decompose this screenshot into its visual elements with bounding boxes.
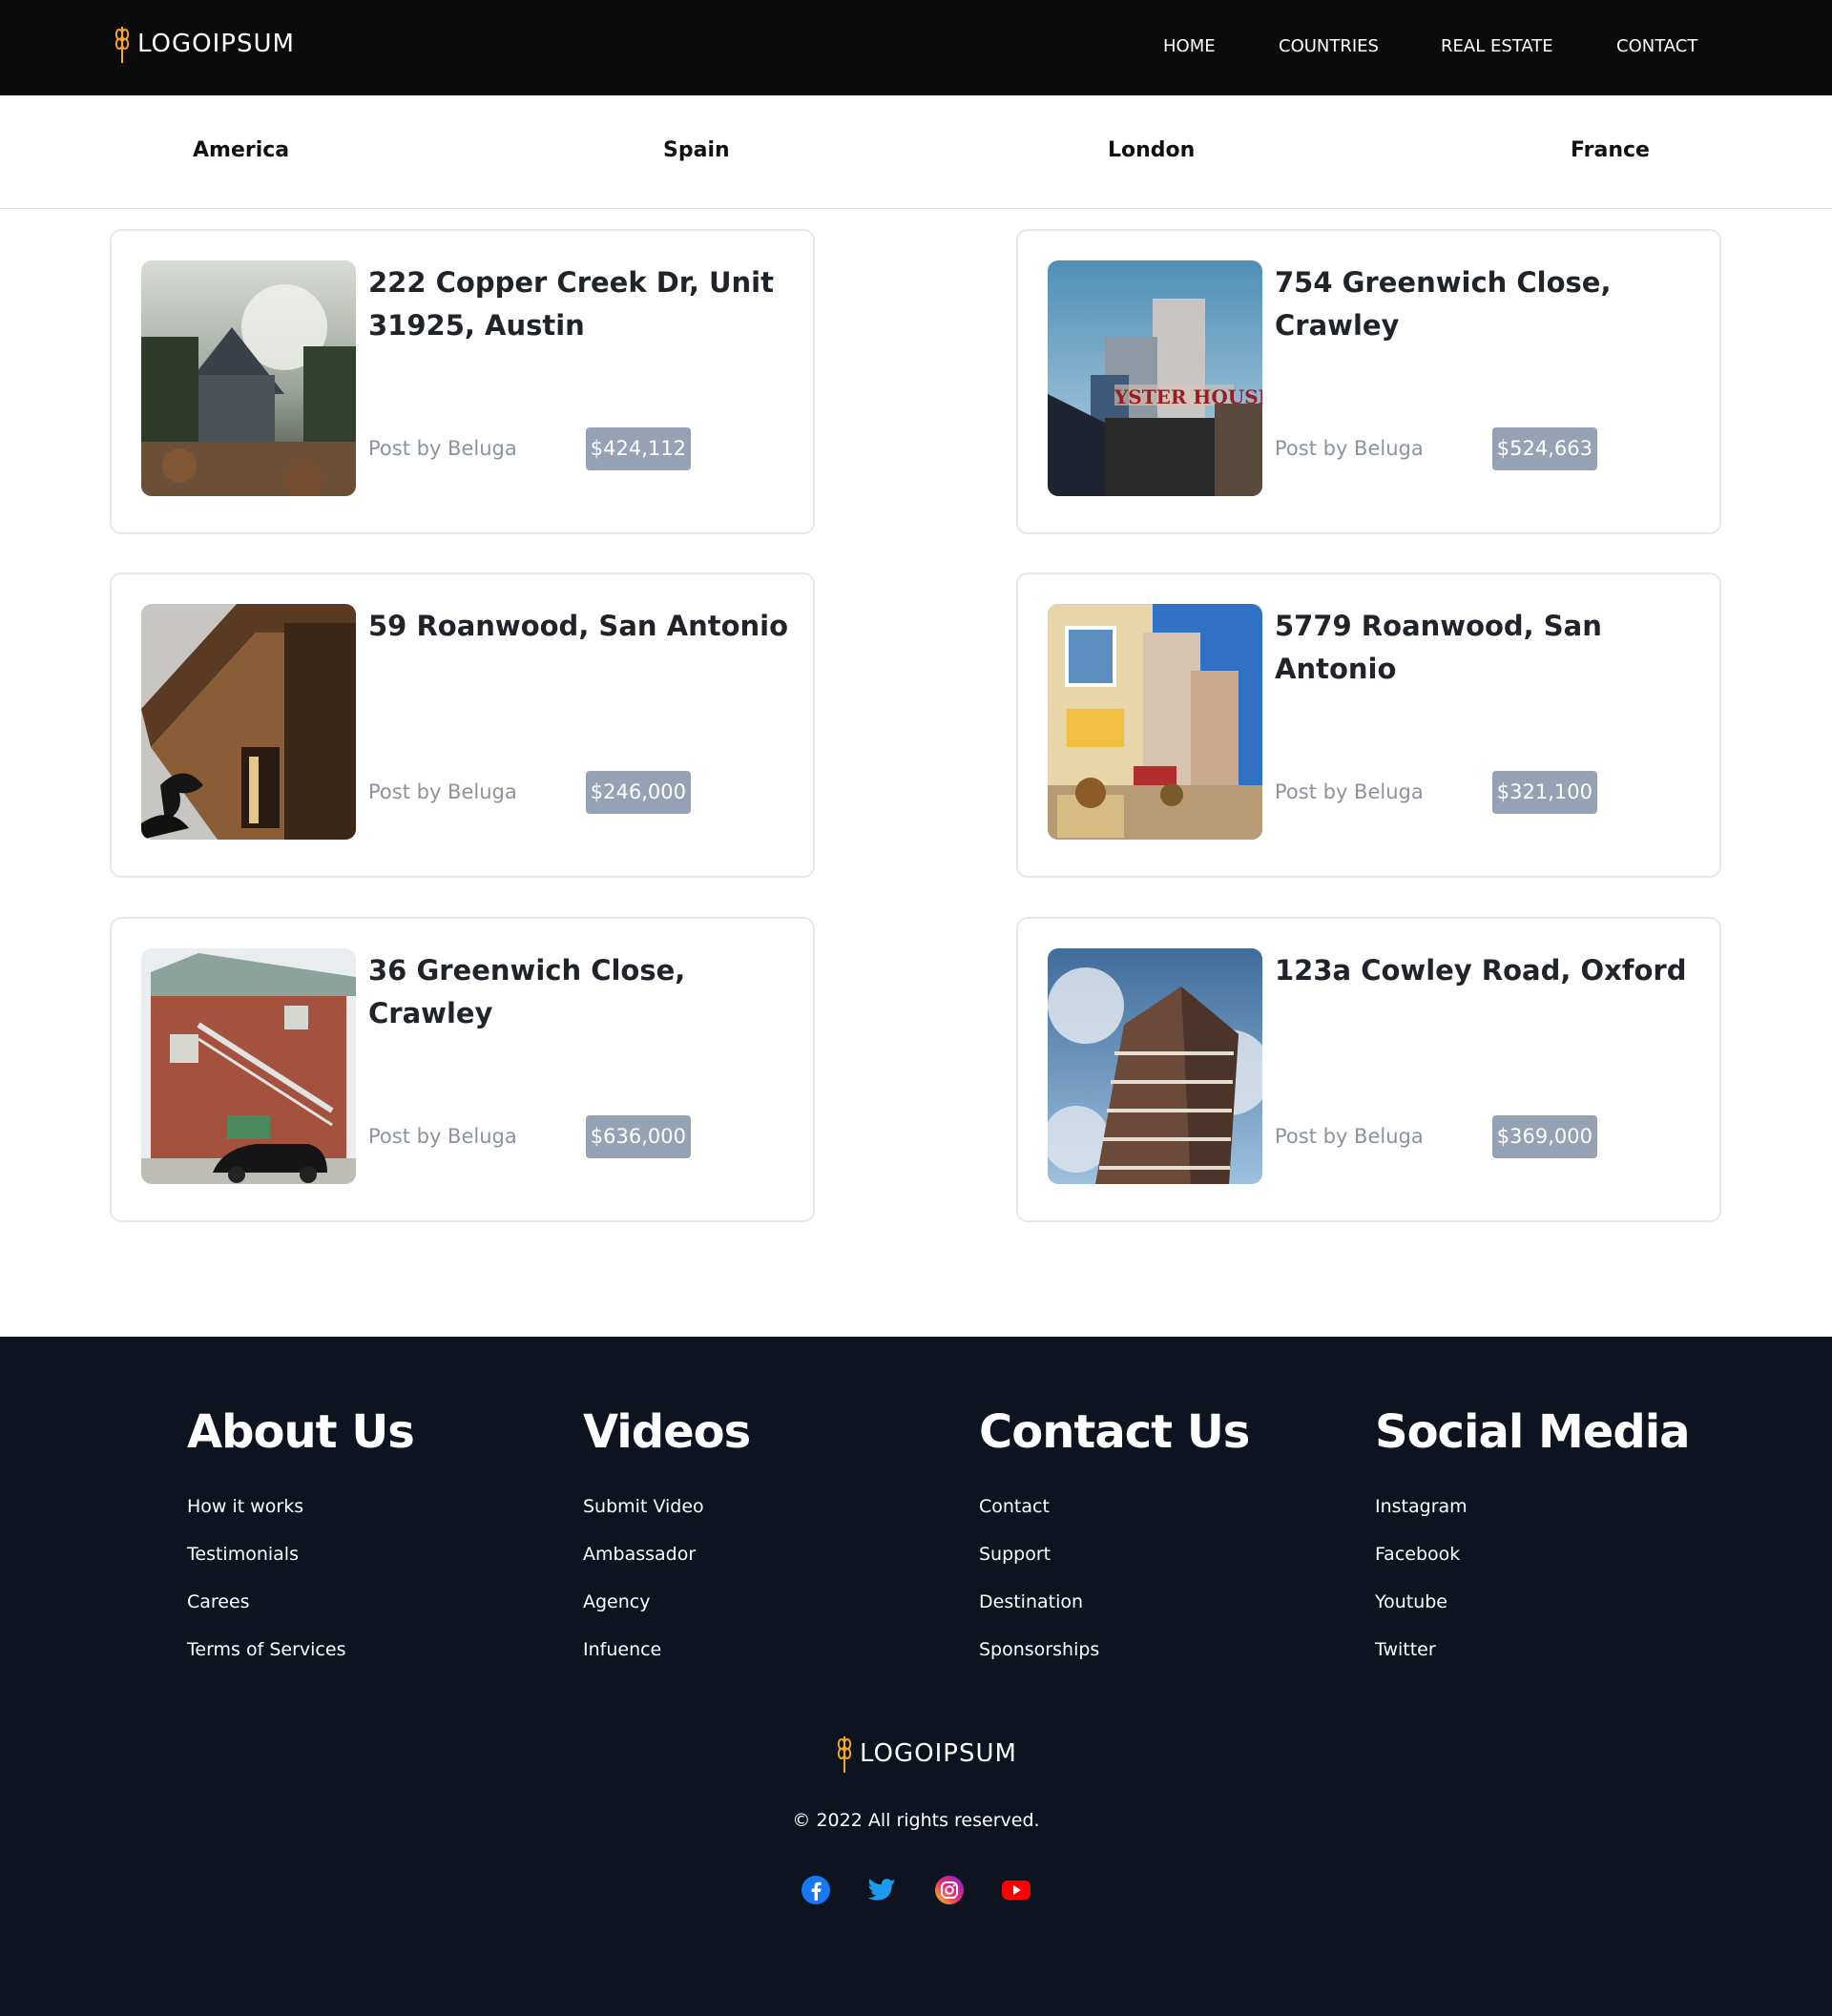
listing-author: Post by Beluga xyxy=(1275,1125,1424,1148)
top-navbar: LOGOIPSUM HOME COUNTRIES REAL ESTATE CON… xyxy=(0,0,1832,95)
listing-author: Post by Beluga xyxy=(368,437,517,460)
nav-contact[interactable]: CONTACT xyxy=(1616,36,1697,56)
listing-card[interactable]: 222 Copper Creek Dr, Unit 31925, Austin … xyxy=(110,229,815,534)
footer-link[interactable]: Carees xyxy=(187,1590,414,1638)
brand-logo[interactable]: LOGOIPSUM xyxy=(114,21,295,67)
site-footer: About Us How it works Testimonials Caree… xyxy=(0,1337,1832,2016)
listing-photo xyxy=(141,948,356,1184)
instagram-icon[interactable] xyxy=(933,1874,966,1906)
footer-column-contact: Contact Us Contact Support Destination S… xyxy=(979,1405,1250,1686)
footer-link[interactable]: Youtube xyxy=(1375,1590,1690,1638)
footer-link[interactable]: Agency xyxy=(583,1590,750,1638)
listing-photo xyxy=(141,260,356,496)
youtube-icon[interactable] xyxy=(1000,1874,1032,1906)
tab-america[interactable]: America xyxy=(193,138,289,162)
listing-author: Post by Beluga xyxy=(368,780,517,803)
footer-column-about: About Us How it works Testimonials Caree… xyxy=(187,1405,415,1686)
footer-link[interactable]: Contact xyxy=(979,1495,1249,1543)
footer-link[interactable]: Infuence xyxy=(583,1638,750,1686)
listing-author: Post by Beluga xyxy=(1275,437,1424,460)
footer-link[interactable]: Twitter xyxy=(1375,1638,1690,1686)
listing-title[interactable]: 36 Greenwich Close, Crawley xyxy=(368,949,793,1035)
listing-title[interactable]: 123a Cowley Road, Oxford xyxy=(1275,949,1699,992)
tab-london[interactable]: London xyxy=(1108,138,1195,162)
nav-home[interactable]: HOME xyxy=(1163,36,1216,56)
footer-link[interactable]: Destination xyxy=(979,1590,1249,1638)
twitter-icon[interactable] xyxy=(866,1874,899,1906)
listing-title[interactable]: 222 Copper Creek Dr, Unit 31925, Austin xyxy=(368,261,793,347)
listing-photo: YSTER HOUSE xyxy=(1048,260,1262,496)
footer-link[interactable]: Submit Video xyxy=(583,1495,750,1543)
footer-brand-logo[interactable]: LOGOIPSUM xyxy=(837,1733,1017,1775)
copyright-text: © 2022 All rights reserved. xyxy=(792,1810,1040,1831)
listing-card[interactable]: 59 Roanwood, San Antonio Post by Beluga … xyxy=(110,572,815,878)
row-houses-image xyxy=(1048,604,1262,840)
listing-card[interactable]: 5779 Roanwood, San Antonio Post by Belug… xyxy=(1016,572,1721,878)
footer-link[interactable]: Sponsorships xyxy=(979,1638,1249,1686)
city-tower-image: YSTER HOUSE xyxy=(1048,260,1262,496)
footer-heading: Contact Us xyxy=(979,1405,1250,1459)
listing-author: Post by Beluga xyxy=(1275,780,1424,803)
footer-link[interactable]: Instagram xyxy=(1375,1495,1690,1543)
footer-heading: Social Media xyxy=(1375,1405,1691,1459)
listing-card[interactable]: YSTER HOUSE 754 Greenwich Close, Crawley… xyxy=(1016,229,1721,534)
wheat-logo-icon xyxy=(837,1736,852,1773)
footer-heading: Videos xyxy=(583,1405,751,1459)
footer-link[interactable]: How it works xyxy=(187,1495,414,1543)
brick-house-image xyxy=(141,948,356,1184)
footer-link[interactable]: Support xyxy=(979,1543,1249,1590)
facebook-icon[interactable] xyxy=(800,1874,832,1906)
footer-link[interactable]: Testimonials xyxy=(187,1543,414,1590)
footer-column-social: Social Media Instagram Facebook Youtube … xyxy=(1375,1405,1691,1686)
listing-card[interactable]: 123a Cowley Road, Oxford Post by Beluga … xyxy=(1016,917,1721,1222)
listing-photo xyxy=(141,604,356,840)
brand-name: LOGOIPSUM xyxy=(860,1739,1017,1768)
footer-heading: About Us xyxy=(187,1405,415,1459)
price-badge: $246,000 xyxy=(585,771,691,814)
price-badge: $636,000 xyxy=(585,1115,691,1158)
listing-author: Post by Beluga xyxy=(368,1125,517,1148)
nav-real-estate[interactable]: REAL ESTATE xyxy=(1441,36,1553,56)
tab-france[interactable]: France xyxy=(1571,138,1650,162)
footer-link[interactable]: Ambassador xyxy=(583,1543,750,1590)
footer-link[interactable]: Facebook xyxy=(1375,1543,1690,1590)
house-in-forest-image xyxy=(141,260,356,496)
country-tabs: America Spain London France xyxy=(0,95,1832,209)
social-icons xyxy=(0,1874,1832,1908)
listing-card[interactable]: 36 Greenwich Close, Crawley Post by Belu… xyxy=(110,917,815,1222)
brand-name: LOGOIPSUM xyxy=(137,30,295,58)
footer-link[interactable]: Terms of Services xyxy=(187,1638,414,1686)
apartment-tower-image xyxy=(1048,948,1262,1184)
listing-title[interactable]: 59 Roanwood, San Antonio xyxy=(368,605,793,648)
listing-title[interactable]: 5779 Roanwood, San Antonio xyxy=(1275,605,1699,691)
tab-spain[interactable]: Spain xyxy=(663,138,730,162)
wheat-logo-icon xyxy=(114,27,130,63)
listing-photo xyxy=(1048,948,1262,1184)
price-badge: $321,100 xyxy=(1491,771,1597,814)
listing-title[interactable]: 754 Greenwich Close, Crawley xyxy=(1275,261,1699,347)
wooden-house-image xyxy=(141,604,356,840)
price-badge: $424,112 xyxy=(585,427,691,470)
price-badge: $524,663 xyxy=(1491,427,1597,470)
price-badge: $369,000 xyxy=(1491,1115,1597,1158)
footer-column-videos: Videos Submit Video Ambassador Agency In… xyxy=(583,1405,751,1686)
listing-photo xyxy=(1048,604,1262,840)
nav-countries[interactable]: COUNTRIES xyxy=(1279,36,1379,56)
